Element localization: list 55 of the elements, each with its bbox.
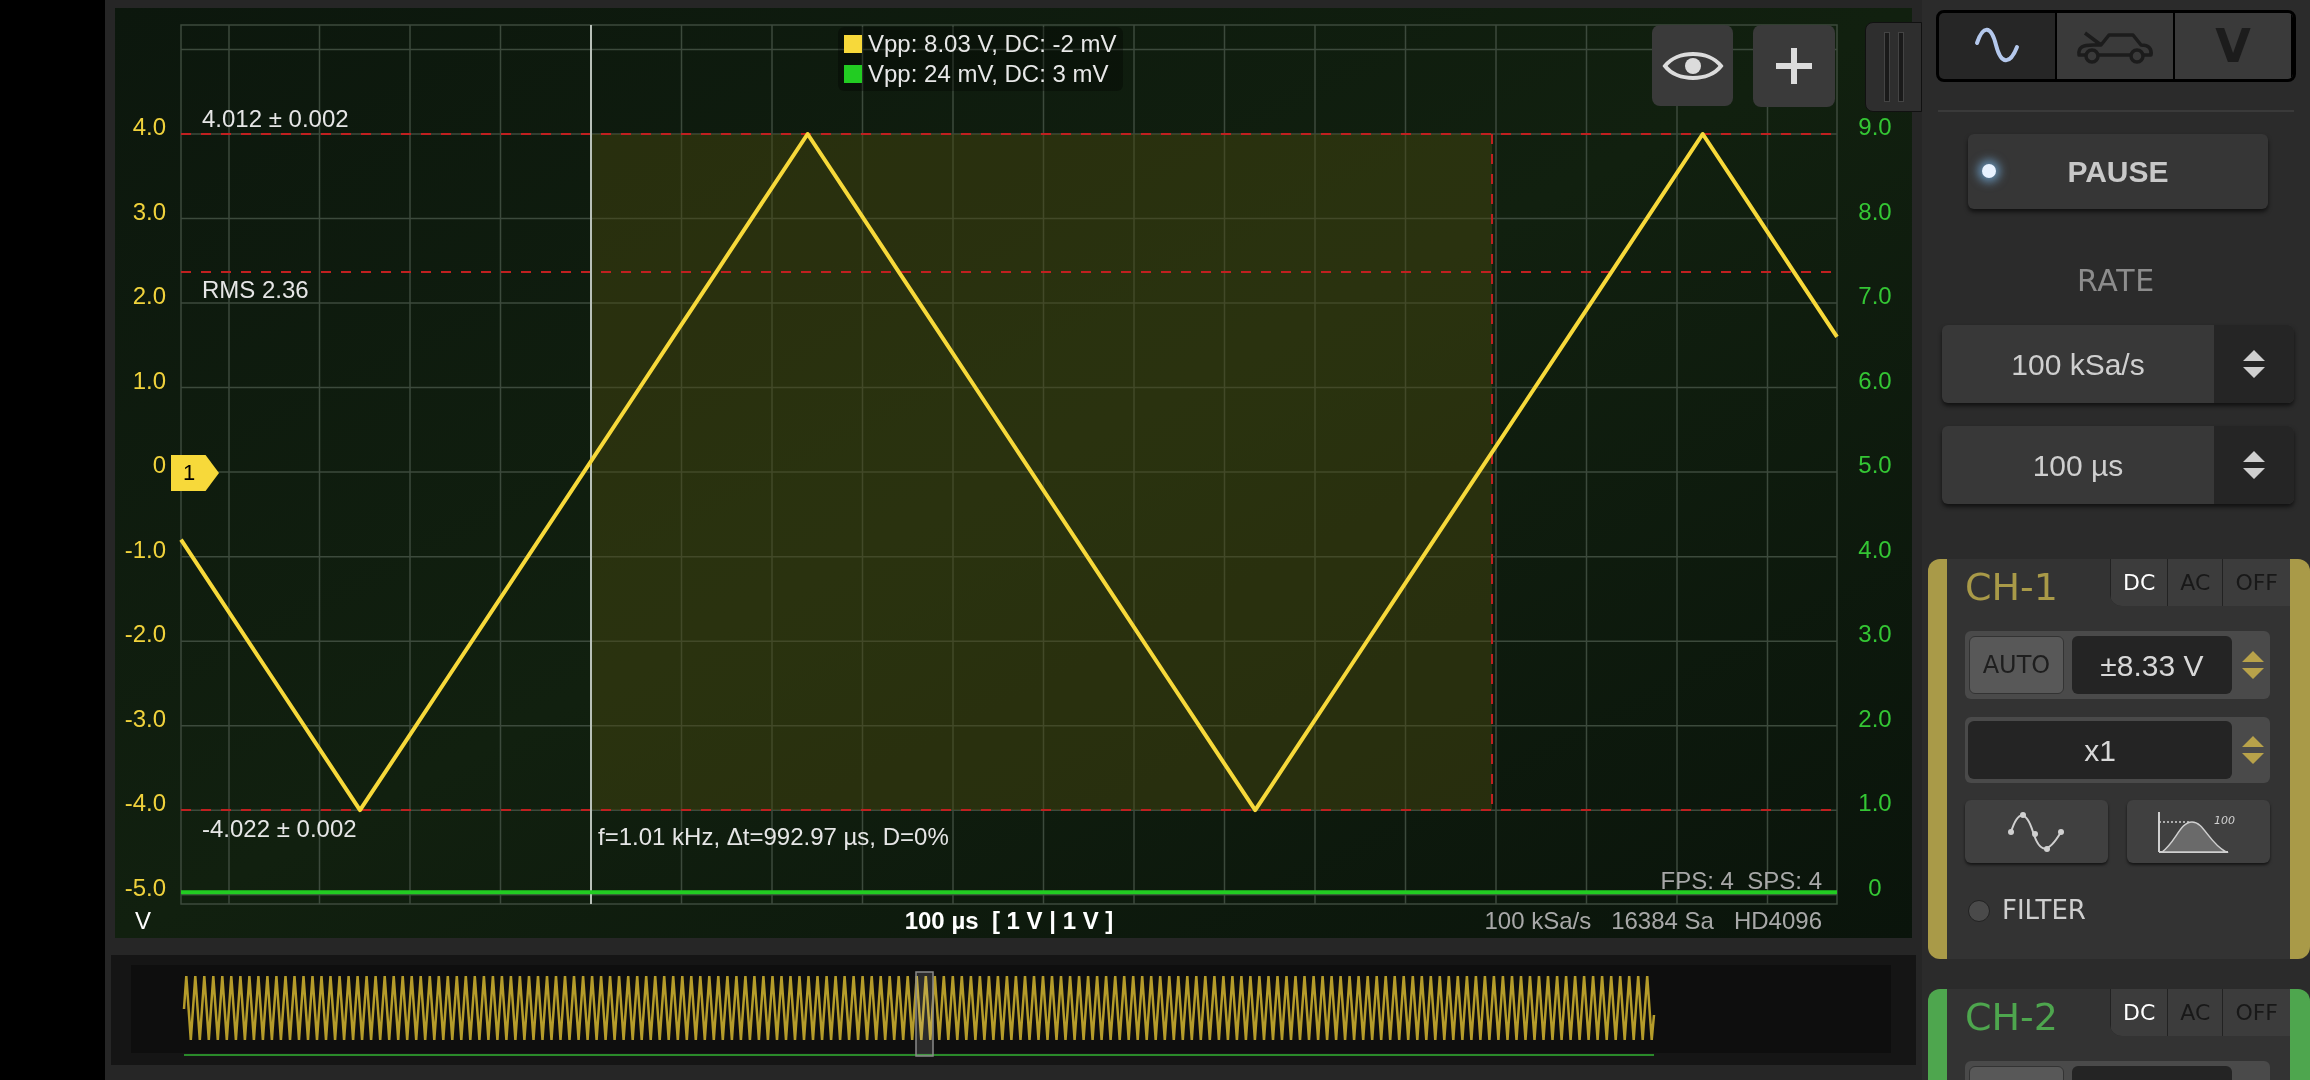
axis-tick-label: 2.0 xyxy=(131,281,166,312)
axis-tick-label: 1.0 xyxy=(1857,788,1893,819)
axis-tick-label: -5.0 xyxy=(123,872,166,903)
pause-button[interactable]: PAUSE xyxy=(1968,134,2268,209)
measurement-readout: RMS 2.36 xyxy=(202,275,309,305)
axis-unit-label: V xyxy=(135,906,151,936)
axis-tick-label: 0 xyxy=(1867,872,1883,903)
add-button[interactable] xyxy=(1753,25,1835,107)
visibility-button[interactable] xyxy=(1652,25,1733,106)
timebase-select[interactable]: 100 µs xyxy=(1942,426,2294,504)
up-down-arrows-icon xyxy=(2241,348,2267,380)
sine-wave-icon xyxy=(1974,27,2020,65)
filter-toggle[interactable]: FILTER xyxy=(1968,891,2086,930)
mode-tab[interactable] xyxy=(1939,13,2057,79)
timebase-readout: 100 µs [ 1 V | 1 V ] xyxy=(903,906,1115,936)
axis-tick-label: 8.0 xyxy=(1857,196,1893,227)
coupling-tab[interactable]: DC xyxy=(2110,989,2168,1036)
acquisition-readout: 100 kSa/s 16384 Sa HD4096 xyxy=(1484,906,1822,936)
drawer-handle[interactable] xyxy=(1865,22,1922,112)
sine-wave-icon xyxy=(2006,809,2067,854)
axis-tick-label: 1.0 xyxy=(131,365,166,396)
axis-tick-label: 0 xyxy=(151,450,166,481)
range-field[interactable]: ±8.33 V xyxy=(2071,636,2232,694)
axis-tick-label: 3.0 xyxy=(1857,619,1893,650)
channel-title: CH-2 xyxy=(1965,997,2058,1037)
axis-tick-label: 4.0 xyxy=(1857,534,1893,565)
plus-icon xyxy=(1774,46,1814,86)
axis-tick-label: -2.0 xyxy=(123,619,166,650)
axis-tick-label: 6.0 xyxy=(1857,365,1893,396)
axis-tick-label: -1.0 xyxy=(123,534,166,565)
axis-tick-label: 3.0 xyxy=(131,196,166,227)
sample-rate-select[interactable]: 100 kSa/s xyxy=(1942,325,2294,403)
up-down-arrows-icon xyxy=(2241,449,2267,481)
axis-tick-label: 9.0 xyxy=(1857,112,1893,142)
measurement-readout: 4.012 ± 0.002 xyxy=(202,104,349,134)
measurement-readout: f=1.01 kHz, Δt=992.97 µs, D=0% xyxy=(598,822,949,852)
axis-tick-label: 2.0 xyxy=(1857,703,1893,734)
axis-tick-label: 4.0 xyxy=(131,112,166,142)
viewport-window[interactable] xyxy=(915,971,934,1057)
axis-tick-label: 7.0 xyxy=(1857,281,1893,312)
axis-tick-label: -3.0 xyxy=(123,703,166,734)
coupling-tab[interactable]: DC xyxy=(2110,559,2168,606)
legend-text: Vpp: 8.03 V, DC: -2 mV xyxy=(868,29,1117,59)
up-down-arrows-icon xyxy=(2240,734,2266,766)
probe-field[interactable]: x1 xyxy=(1968,721,2232,779)
section-title: RATE xyxy=(2075,262,2157,300)
measurement-readout: -4.022 ± 0.002 xyxy=(202,814,357,844)
axis-tick-label: 5.0 xyxy=(1857,450,1893,481)
axis-tick-label: -4.0 xyxy=(123,788,166,819)
channel-title: CH-1 xyxy=(1965,567,2058,607)
waveform-button[interactable] xyxy=(1965,800,2108,863)
legend-text: Vpp: 24 mV, DC: 3 mV xyxy=(868,59,1109,89)
filter-response-button[interactable]: 100 xyxy=(2126,800,2270,863)
fps-readout: FPS: 4 SPS: 4 xyxy=(1660,866,1822,896)
up-down-arrows-icon xyxy=(2240,649,2266,681)
